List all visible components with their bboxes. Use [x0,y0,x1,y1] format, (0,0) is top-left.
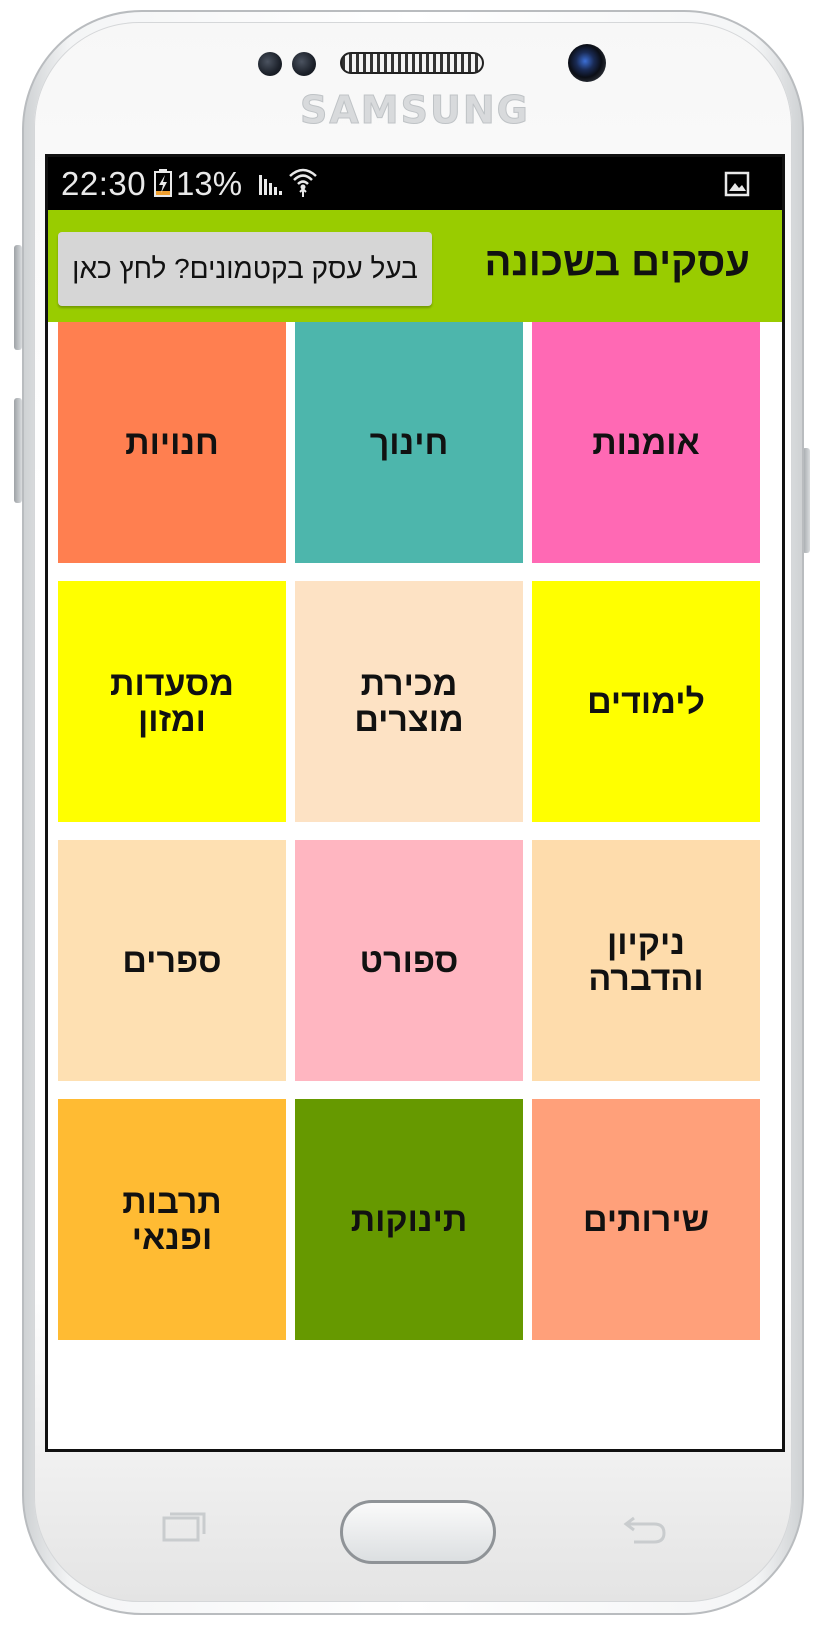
page-title: עסקים בשכונה [484,240,751,284]
category-label: ספרים [122,941,222,980]
category-tile-sports[interactable]: ספורט [295,840,523,1081]
category-tile-culture-leisure[interactable]: תרבות ופנאי [58,1099,286,1340]
battery-percent: 13% [176,165,243,202]
recent-apps-icon[interactable] [160,1508,210,1544]
category-label: תינוקות [350,1200,468,1239]
category-tile-services[interactable]: שירותים [532,1099,760,1340]
sensor-dot [258,52,282,76]
status-bar: 22:30 13% [48,157,782,210]
category-label: לימודים [587,682,705,721]
category-tile-restaurants-food[interactable]: מסעדות ומזון [58,581,286,822]
back-icon[interactable] [620,1510,670,1546]
volume-down-button [14,398,22,503]
status-time: 22:30 [61,165,147,202]
category-tile-cleaning-pest-control[interactable]: ניקיון והדברה [532,840,760,1081]
category-label: מכירת מוצרים [354,664,464,739]
category-tile-shops[interactable]: חנויות [58,322,286,563]
category-label: מסעדות ומזון [110,664,234,739]
home-button[interactable] [340,1500,496,1564]
category-tile-books[interactable]: ספרים [58,840,286,1081]
gallery-notification-icon [724,171,750,197]
category-label: חינוך [369,423,449,462]
volume-up-button [14,245,22,350]
earpiece-speaker [340,52,484,74]
category-tile-education[interactable]: חינוך [295,322,523,563]
wifi-icon [289,168,317,197]
category-label: ספורט [359,941,459,980]
category-label: שירותים [583,1200,709,1239]
category-tile-studies[interactable]: לימודים [532,581,760,822]
app-header: בעל עסק בקטמונים? לחץ כאן עסקים בשכונה [48,210,782,322]
category-tile-babies[interactable]: תינוקות [295,1099,523,1340]
sensor-dot [292,52,316,76]
business-owner-button[interactable]: בעל עסק בקטמונים? לחץ כאן [58,232,432,306]
brand-logo: SAMSUNG [300,88,530,133]
screen: 22:30 13% בעל עסק בקטמונים? לחץ כאן עסקי… [45,154,785,1452]
category-tile-product-sales[interactable]: מכירת מוצרים [295,581,523,822]
signal-icon [259,175,282,195]
battery-charging-icon [154,169,172,197]
category-label: ניקיון והדברה [588,923,704,998]
front-camera [568,44,606,82]
category-label: חנויות [125,423,219,462]
category-tile-arts[interactable]: אומנות [532,322,760,563]
category-label: תרבות ופנאי [122,1182,222,1257]
category-label: אומנות [592,423,700,462]
